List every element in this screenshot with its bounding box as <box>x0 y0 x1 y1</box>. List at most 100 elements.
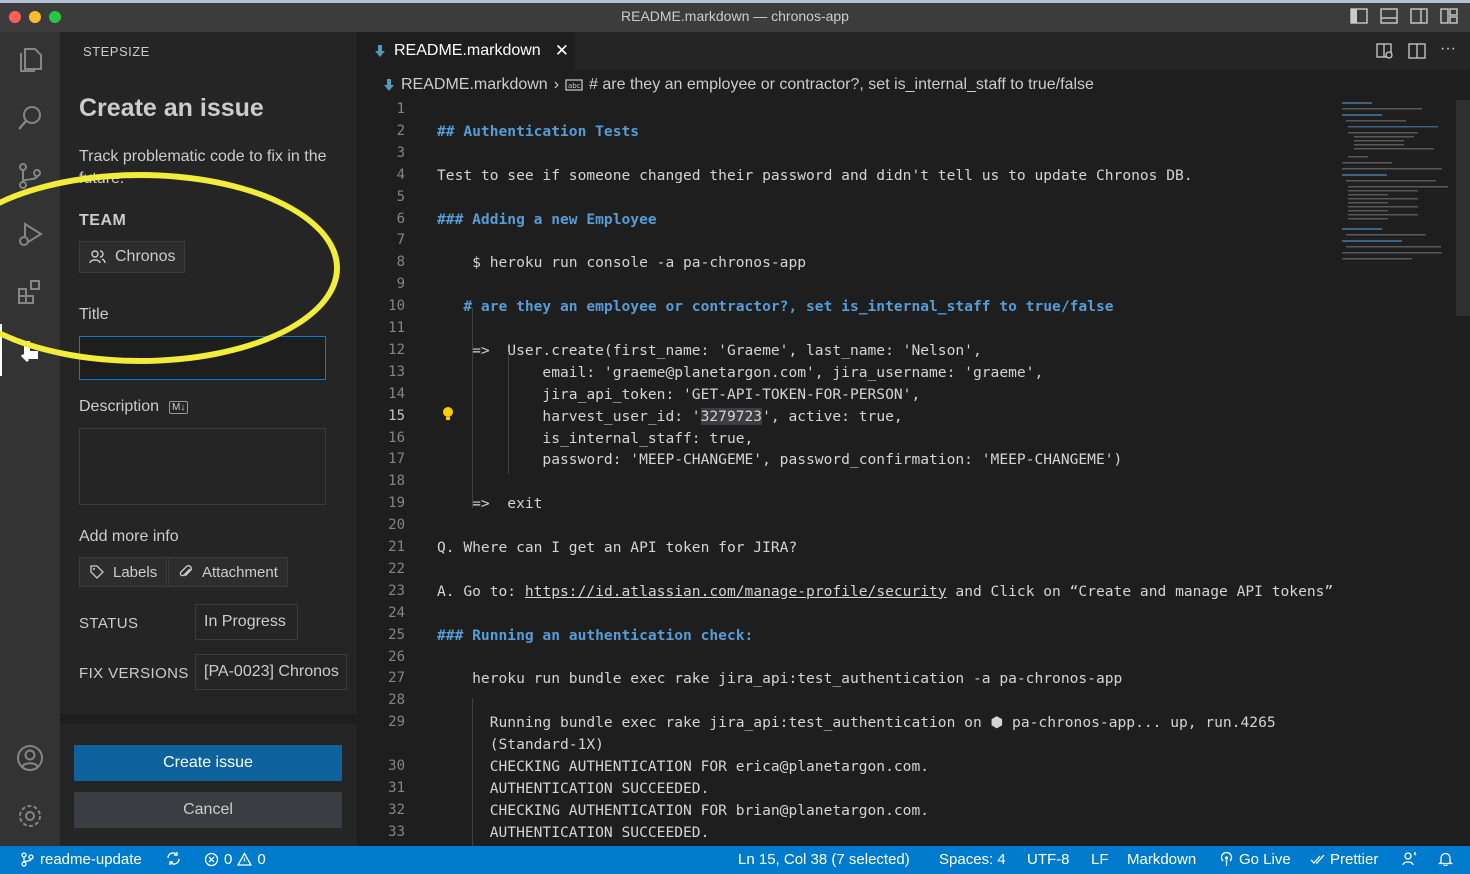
code-line: Test to see if someone changed their pas… <box>437 166 1193 184</box>
code-line: ### Adding a new Employee <box>437 210 657 228</box>
sidebar-divider <box>60 714 357 724</box>
paperclip-icon <box>179 565 192 577</box>
code-editor[interactable]: 1 2 3 4 5 6 7 8 9 10 11 12 13 14 15 16 17 18 19 20 21 22 23 24 2… <box>357 100 1470 846</box>
code-line: is_internal_staff: true, <box>437 429 754 447</box>
line-number: 24 <box>388 604 405 621</box>
issue-description-input[interactable] <box>79 428 326 505</box>
problems-indicator[interactable]: 0 0 <box>204 851 266 868</box>
team-icon <box>89 250 106 264</box>
toggle-sidebar-icon[interactable] <box>1350 7 1368 25</box>
breadcrumb-file[interactable]: README.markdown <box>401 76 548 94</box>
code-line: # are they an employee or contractor?, s… <box>437 298 1114 316</box>
indentation[interactable]: Spaces: 4 <box>939 851 1006 868</box>
explorer-icon[interactable] <box>0 34 60 86</box>
line-number: 31 <box>388 779 405 796</box>
line-number: 5 <box>396 188 405 205</box>
selected-text: 3279723 <box>700 407 763 425</box>
markdown-file-icon <box>384 79 394 91</box>
encoding[interactable]: UTF-8 <box>1027 851 1070 868</box>
window-title: README.markdown — chronos-app <box>621 8 849 24</box>
editor-scrollbar[interactable] <box>1456 100 1470 316</box>
source-control-icon[interactable] <box>0 150 60 202</box>
team-selector[interactable]: Chronos <box>79 241 186 273</box>
line-ending[interactable]: LF <box>1091 851 1109 868</box>
go-live-button[interactable]: Go Live <box>1219 851 1291 868</box>
toggle-panel-icon[interactable] <box>1380 7 1398 25</box>
sync-button[interactable] <box>166 851 181 866</box>
issue-title-input[interactable] <box>79 336 326 380</box>
editor-tabs: README.markdown ✕ ··· <box>357 32 1470 70</box>
open-preview-icon[interactable] <box>1376 42 1394 60</box>
code-line: harvest_user_id: '3279723', active: true… <box>437 407 903 425</box>
code-line: Running bundle exec rake jira_api:test_a… <box>437 714 1276 732</box>
split-editor-icon[interactable] <box>1408 42 1426 60</box>
cancel-button[interactable]: Cancel <box>74 792 342 828</box>
git-branch-icon <box>21 852 34 867</box>
lightbulb-icon[interactable] <box>442 406 454 422</box>
cursor-position[interactable]: Ln 15, Col 38 (7 selected) <box>738 851 910 868</box>
status-label: STATUS <box>79 615 139 632</box>
fix-versions-value: [PA-0023] Chronos <box>204 663 339 680</box>
run-debug-icon[interactable] <box>0 208 60 260</box>
markdown-file-icon <box>375 45 385 57</box>
close-tab-icon[interactable]: ✕ <box>555 41 569 61</box>
team-value: Chronos <box>115 248 176 265</box>
code-line: (Standard-1X) <box>437 736 604 754</box>
code-line: $ heroku run console -a pa-chronos-app <box>437 254 807 272</box>
tab-label: README.markdown <box>394 42 541 59</box>
branch-name: readme-update <box>40 851 142 868</box>
description-label-row: Description M↓ <box>79 398 189 416</box>
feedback-button[interactable] <box>1402 851 1417 866</box>
stepsize-icon[interactable] <box>0 324 60 376</box>
more-actions-icon[interactable]: ··· <box>1440 41 1456 60</box>
code-text: and Click on “Create and manage API toke… <box>946 582 1334 600</box>
extensions-icon[interactable] <box>0 266 60 318</box>
warning-icon <box>237 852 253 866</box>
customize-layout-icon[interactable] <box>1440 7 1458 25</box>
tab-readme[interactable]: README.markdown ✕ <box>357 32 575 70</box>
stepsize-sidebar: STEPSIZE Create an issue Track problemat… <box>60 32 357 846</box>
code-line: ## Authentication Tests <box>437 122 640 140</box>
error-count: 0 <box>224 851 233 868</box>
attachment-button[interactable]: Attachment <box>168 557 288 587</box>
prettier-button[interactable]: Prettier <box>1310 851 1378 868</box>
line-number: 1 <box>396 101 405 117</box>
line-number: 8 <box>396 254 405 271</box>
fix-versions-select[interactable]: [PA-0023] Chronos <box>195 654 347 690</box>
code-line: Q. Where can I get an API token for JIRA… <box>437 539 798 556</box>
line-number: 9 <box>396 276 405 293</box>
code-line: ### Running an authentication check: <box>437 626 754 644</box>
code-line: AUTHENTICATION SUCCEEDED. <box>437 823 710 841</box>
account-icon[interactable] <box>0 732 60 784</box>
line-number: 13 <box>388 363 405 380</box>
line-number: 30 <box>388 758 405 774</box>
status-select[interactable]: In Progress <box>195 604 298 640</box>
line-number: 12 <box>388 341 405 358</box>
url-link[interactable]: https://id.atlassian.com/manage-profile/… <box>525 583 947 600</box>
line-number: 2 <box>396 122 405 139</box>
labels-button[interactable]: Labels <box>79 557 168 587</box>
sidebar-header: STEPSIZE <box>83 44 150 59</box>
line-number: 6 <box>396 210 405 227</box>
toggle-secondary-sidebar-icon[interactable] <box>1410 7 1428 25</box>
settings-gear-icon[interactable] <box>0 790 60 842</box>
line-number: 14 <box>388 385 405 402</box>
breadcrumb-symbol[interactable]: # are they an employee or contractor?, s… <box>589 76 1094 94</box>
string-symbol-icon: abc <box>565 79 583 91</box>
panel-title: Create an issue <box>79 94 264 122</box>
chevron-right-icon: › <box>553 76 560 93</box>
search-icon[interactable] <box>0 92 60 144</box>
line-number: 28 <box>388 692 405 709</box>
line-number: 19 <box>388 495 405 512</box>
create-issue-button[interactable]: Create issue <box>74 745 342 781</box>
minimap[interactable] <box>1340 100 1450 270</box>
code-line: password: 'MEEP-CHANGEME', password_conf… <box>437 451 1123 469</box>
team-label: TEAM <box>79 212 127 229</box>
indent-guide <box>508 352 509 474</box>
notifications-button[interactable] <box>1438 851 1453 866</box>
warning-count: 0 <box>257 851 266 868</box>
branch-indicator[interactable]: readme-update <box>20 851 142 868</box>
bell-icon <box>1438 852 1453 866</box>
language-mode[interactable]: Markdown <box>1127 851 1196 868</box>
add-more-info-label: Add more info <box>79 528 179 545</box>
